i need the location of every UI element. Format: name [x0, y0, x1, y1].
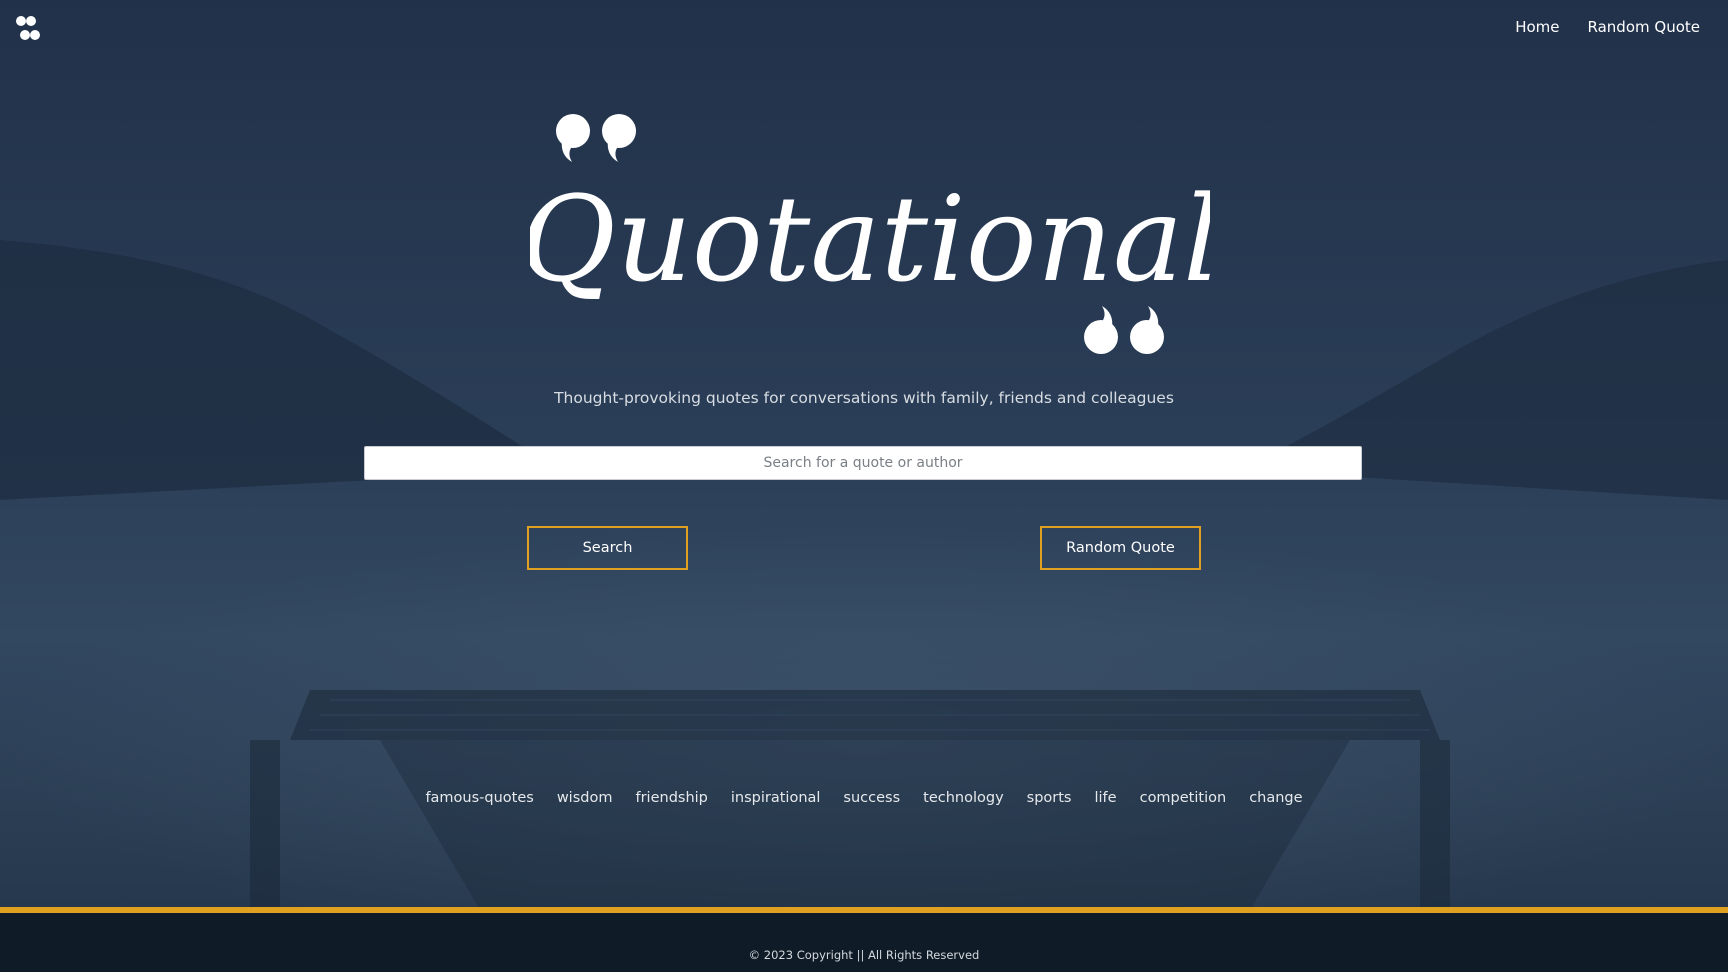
tag-link[interactable]: success [843, 787, 900, 809]
tag-link[interactable]: competition [1140, 787, 1227, 809]
tag-link[interactable]: change [1249, 787, 1302, 809]
quotational-logo: Quotational [530, 114, 1210, 354]
close-quote-icon [1084, 306, 1164, 354]
page: Home Random Quote Quotational Thought-pr… [0, 0, 1728, 972]
footer-copyright: © 2023 Copyright || All Rights Reserved [748, 948, 980, 962]
tag-link[interactable]: sports [1027, 787, 1072, 809]
quote-marks-icon[interactable] [12, 12, 44, 44]
random-quote-button[interactable]: Random Quote [1040, 526, 1201, 570]
tag-link[interactable]: friendship [635, 787, 707, 809]
tag-link[interactable]: technology [923, 787, 1004, 809]
brand-wordmark: Quotational [530, 170, 1210, 308]
tag-link[interactable]: wisdom [557, 787, 613, 809]
nav-random-quote-link[interactable]: Random Quote [1588, 16, 1700, 38]
nav-home-link[interactable]: Home [1515, 16, 1559, 38]
search-input[interactable] [364, 446, 1362, 480]
tagline: Thought-provoking quotes for conversatio… [554, 389, 1174, 407]
tag-link[interactable]: life [1095, 787, 1117, 809]
footer: © 2023 Copyright || All Rights Reserved [0, 913, 1728, 972]
tag-link[interactable]: inspirational [731, 787, 821, 809]
top-nav: Home Random Quote [1515, 16, 1700, 38]
tag-link[interactable]: famous-quotes [425, 787, 533, 809]
tag-list: famous-quotes wisdom friendship inspirat… [0, 787, 1728, 809]
search-button[interactable]: Search [527, 526, 688, 570]
open-quote-icon [556, 114, 636, 162]
